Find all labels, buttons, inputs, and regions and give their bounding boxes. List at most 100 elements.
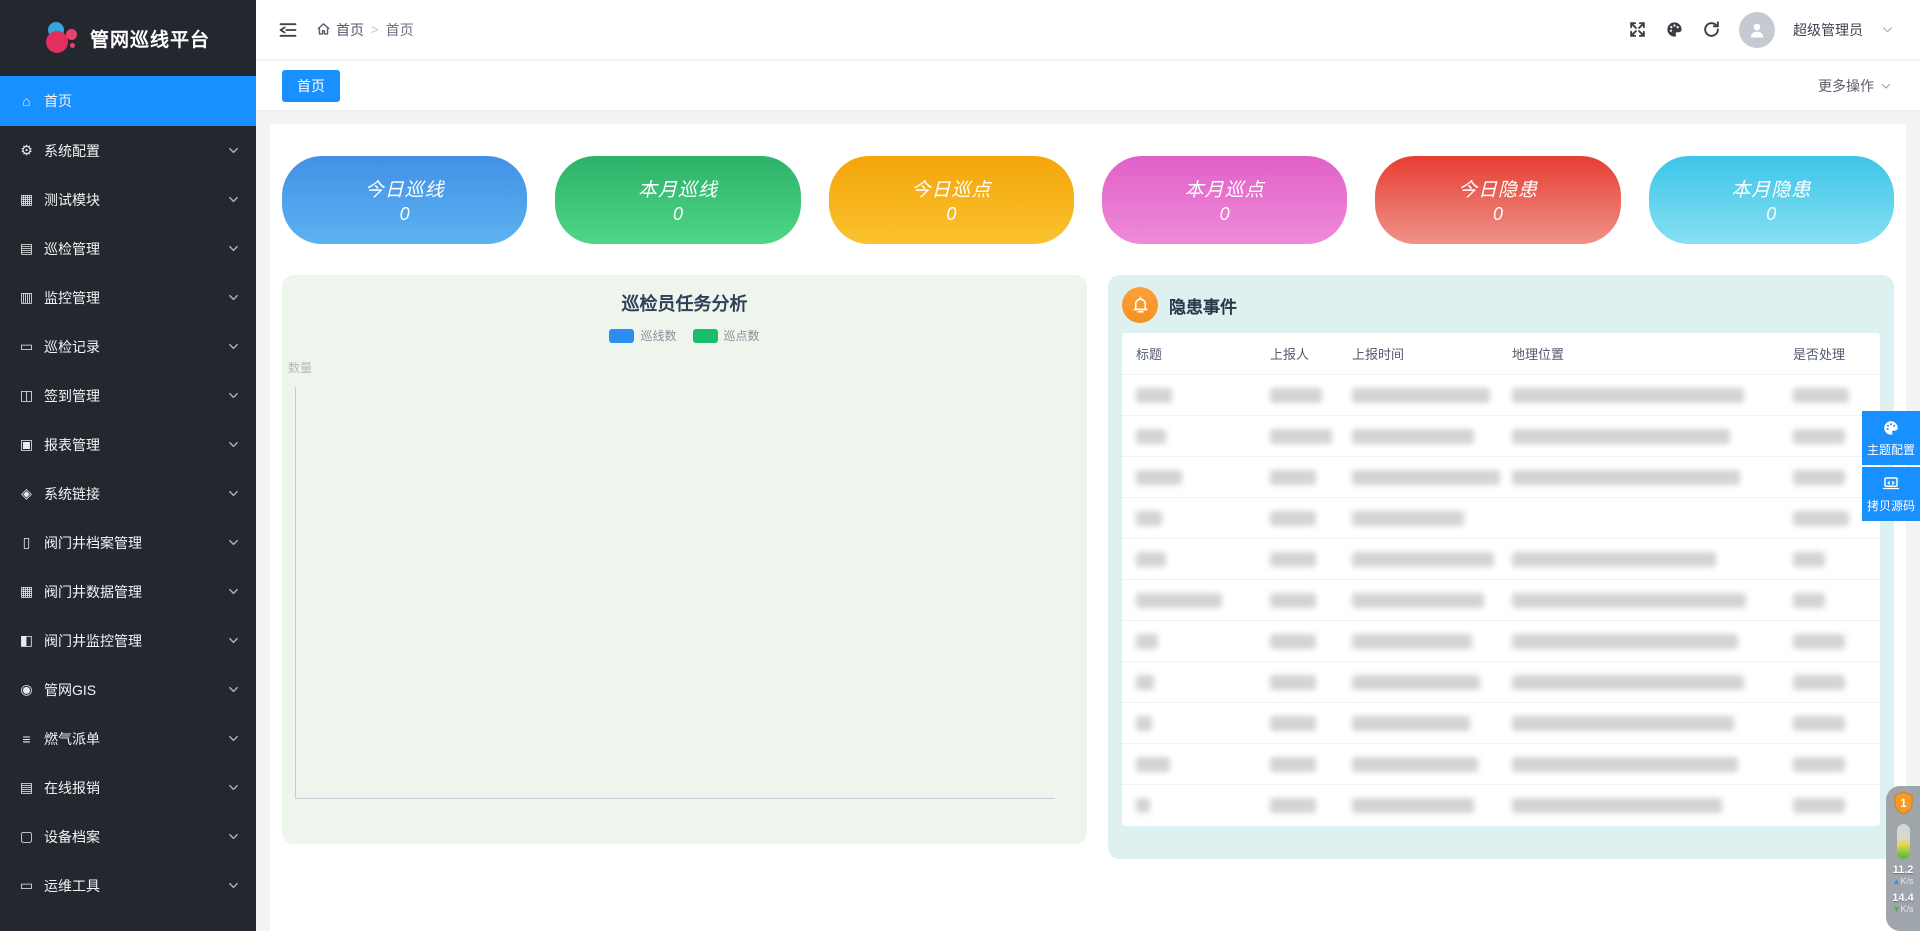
redacted-text-blob [1136,593,1222,608]
sidebar-item-label: 运维工具 [44,876,228,896]
refresh-icon[interactable] [1702,20,1721,39]
redacted-text-blob [1793,511,1849,526]
dispatch-icon: ≡ [18,731,35,747]
fullscreen-icon[interactable] [1628,20,1647,39]
chevron-down-icon [228,733,240,744]
stat-card-4[interactable]: 本月巡点0 [1102,156,1347,244]
table-row[interactable] [1122,498,1880,539]
table-row[interactable] [1122,580,1880,621]
table-cell-redacted [1256,429,1338,444]
table-cell-redacted [1338,757,1498,772]
stat-card-6[interactable]: 本月隐患0 [1649,156,1894,244]
redacted-text-blob [1136,757,1170,772]
sidebar-item-12[interactable]: ◉管网GIS [0,665,256,714]
table-cell-redacted [1498,593,1779,608]
breadcrumb-home[interactable]: 首页 [316,20,364,40]
redacted-text-blob [1352,798,1474,813]
sidebar-item-13[interactable]: ≡燃气派单 [0,714,256,763]
table-cell-redacted [1779,634,1880,649]
redacted-text-blob [1270,388,1322,403]
table-row[interactable] [1122,416,1880,457]
table-row[interactable] [1122,539,1880,580]
events-table-body [1122,375,1880,826]
redacted-text-blob [1352,757,1478,772]
stat-card-1[interactable]: 今日巡线0 [282,156,527,244]
sidebar-item-label: 测试模块 [44,190,228,210]
redacted-text-blob [1270,511,1316,526]
sidebar-item-16[interactable]: ▭运维工具 [0,861,256,910]
redacted-text-blob [1793,593,1825,608]
redacted-text-blob [1270,675,1316,690]
redacted-text-blob [1512,470,1740,485]
stat-card-value: 0 [1766,204,1776,225]
redacted-text-blob [1793,675,1845,690]
table-cell-redacted [1779,798,1880,813]
redacted-text-blob [1352,388,1490,403]
sidebar-item-15[interactable]: ▢设备档案 [0,812,256,861]
redacted-text-blob [1512,798,1722,813]
redacted-text-blob [1512,634,1738,649]
table-row[interactable] [1122,703,1880,744]
sidebar-item-home[interactable]: ⌂ 首页 [0,76,256,126]
user-menu-chevron-down-icon[interactable] [1881,23,1894,36]
sidebar-item-2[interactable]: ▦测试模块 [0,175,256,224]
current-user-name[interactable]: 超级管理员 [1793,20,1863,40]
table-cell-redacted [1122,388,1256,403]
chevron-down-icon [228,782,240,793]
user-avatar[interactable] [1739,12,1775,48]
table-row[interactable] [1122,621,1880,662]
theme-config-button[interactable]: 主题配置 [1862,411,1920,465]
tab-bar: 首页 更多操作 [256,61,1920,111]
sidebar-item-7[interactable]: ▣报表管理 [0,420,256,469]
redacted-text-blob [1352,552,1494,567]
net-speed-monitor-widget[interactable]: 1 11.2 ▲K/s 14.4 ▼K/s [1886,786,1920,931]
legend-item-1[interactable]: 巡线数 [609,327,676,344]
download-speed-unit: K/s [1900,904,1913,914]
table-cell-redacted [1256,675,1338,690]
table-row[interactable] [1122,785,1880,826]
table-row[interactable] [1122,375,1880,416]
sidebar-item-10[interactable]: ▦阀门井数据管理 [0,567,256,616]
sidebar-item-6[interactable]: ◫签到管理 [0,371,256,420]
table-cell-redacted [1779,593,1880,608]
theme-palette-icon[interactable] [1665,20,1684,39]
table-row[interactable] [1122,662,1880,703]
sidebar-item-4[interactable]: ▥监控管理 [0,273,256,322]
tab-home[interactable]: 首页 [282,70,340,102]
table-cell-redacted [1338,511,1498,526]
table-row[interactable] [1122,457,1880,498]
app-logo: 管网巡线平台 [0,0,256,76]
database-icon: ▤ [18,240,35,257]
sidebar-item-11[interactable]: ◧阀门井监控管理 [0,616,256,665]
upload-speed: 11.2 ▲K/s [1893,865,1914,887]
stat-card-3[interactable]: 今日巡点0 [829,156,1074,244]
download-speed: 14.4 ▼K/s [1892,893,1913,915]
copy-source-button[interactable]: 拷贝源码 [1862,467,1920,521]
table-row[interactable] [1122,744,1880,785]
more-operations-dropdown[interactable]: 更多操作 [1818,76,1892,96]
stat-card-2[interactable]: 本月巡线0 [555,156,800,244]
column-header-5: 是否处理 [1779,344,1880,363]
legend-item-2[interactable]: 巡点数 [693,327,760,344]
upload-speed-unit: K/s [1900,876,1913,886]
stat-card-value: 0 [946,204,956,225]
sidebar-item-5[interactable]: ▭巡检记录 [0,322,256,371]
laptop-icon: ▭ [18,338,35,355]
stat-card-5[interactable]: 今日隐患0 [1375,156,1620,244]
column-header-1: 标题 [1122,344,1256,363]
sidebar-item-14[interactable]: ▤在线报销 [0,763,256,812]
sidebar-menu: ⌂ 首页 ⚙系统配置▦测试模块▤巡检管理▥监控管理▭巡检记录◫签到管理▣报表管理… [0,76,256,910]
sidebar-item-3[interactable]: ▤巡检管理 [0,224,256,273]
redacted-text-blob [1136,552,1166,567]
sidebar-item-1[interactable]: ⚙系统配置 [0,126,256,175]
sidebar-item-8[interactable]: ◈系统链接 [0,469,256,518]
redacted-text-blob [1512,552,1716,567]
redacted-text-blob [1136,634,1158,649]
sidebar-item-9[interactable]: ▯阀门井档案管理 [0,518,256,567]
redacted-text-blob [1793,388,1849,403]
sidebar-item-label: 设备档案 [44,827,228,847]
collapse-sidebar-icon[interactable] [278,20,298,40]
table-header-row: 标题上报人上报时间地理位置是否处理 [1122,333,1880,375]
stat-card-label: 本月巡线 [638,175,718,202]
table-cell-redacted [1779,716,1880,731]
